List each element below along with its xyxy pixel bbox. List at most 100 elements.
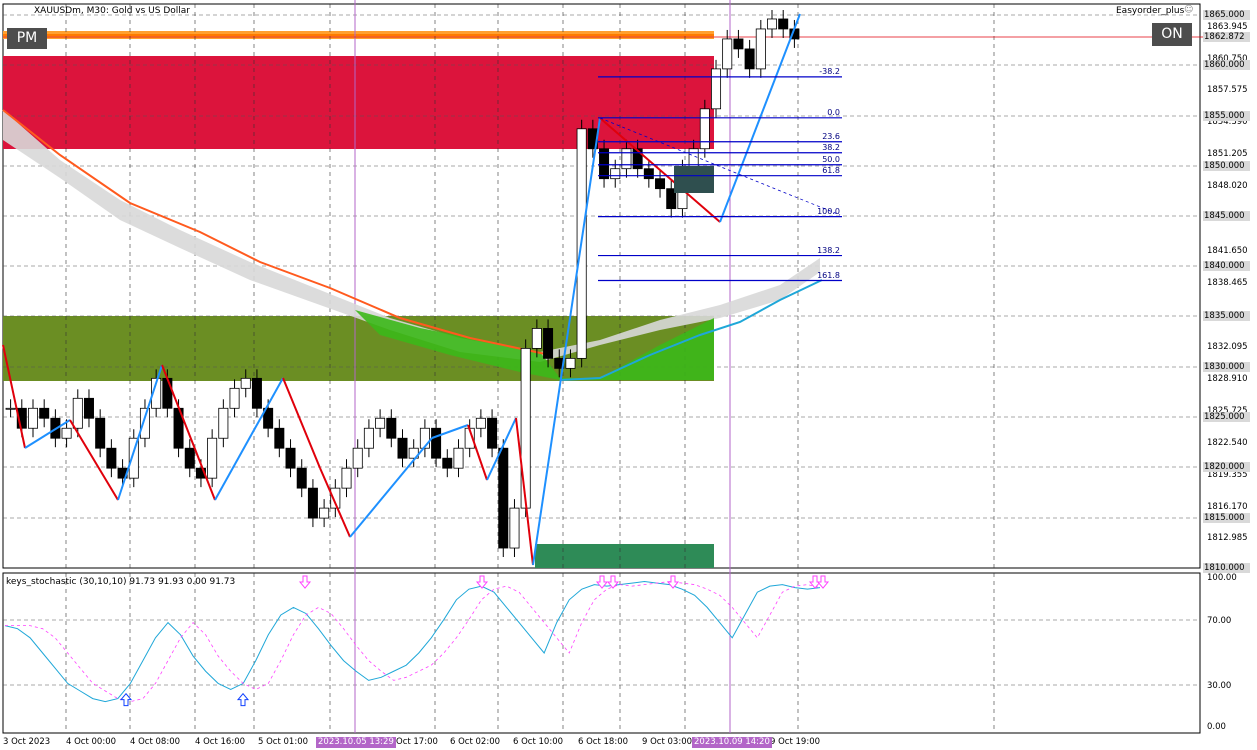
candle bbox=[95, 417, 106, 449]
candle bbox=[688, 148, 699, 170]
fib-level-label: -38.2 bbox=[819, 66, 840, 76]
time-tick: 6 Oct 10:00 bbox=[513, 737, 564, 747]
price-tick: 1828.910 bbox=[1207, 374, 1248, 384]
time-tick: 6 Oct 18:00 bbox=[578, 737, 629, 747]
candle bbox=[307, 487, 318, 519]
price-level-tag: 1840.000 bbox=[1203, 261, 1250, 271]
candle bbox=[767, 18, 778, 30]
expert-advisor-name: Easyorder_plus bbox=[1116, 6, 1185, 16]
candle bbox=[139, 407, 150, 439]
candle bbox=[162, 377, 173, 409]
candle bbox=[319, 507, 330, 519]
candle bbox=[375, 417, 386, 429]
zigzag-segment bbox=[161, 364, 216, 501]
candle bbox=[386, 417, 397, 439]
candle bbox=[621, 148, 632, 170]
fib-level-label: 100.0 bbox=[817, 206, 840, 216]
candle bbox=[711, 68, 722, 110]
time-marker-tag[interactable]: 2023.10.05 13:29 bbox=[316, 737, 396, 748]
signal-arrow-down-icon bbox=[816, 575, 830, 589]
price-tick: 1838.465 bbox=[1207, 278, 1248, 288]
candle bbox=[5, 407, 16, 410]
candle bbox=[352, 447, 363, 469]
price-level-tag: 1815.000 bbox=[1203, 513, 1250, 523]
demand-zone bbox=[3, 316, 714, 381]
candle bbox=[487, 417, 498, 449]
time-tick: Oct 17:00 bbox=[396, 737, 438, 747]
price-tick: 1851.205 bbox=[1207, 149, 1248, 159]
price-level-tag: 1862.872 bbox=[1203, 32, 1250, 42]
price-level-tag: 1855.000 bbox=[1203, 111, 1250, 121]
price-tick: 1863.945 bbox=[1207, 22, 1248, 32]
candle bbox=[543, 328, 554, 359]
price-level-tag: 1850.000 bbox=[1203, 161, 1250, 171]
candle bbox=[498, 447, 509, 549]
candle bbox=[363, 427, 374, 449]
on-button[interactable]: ON bbox=[1152, 23, 1192, 46]
indicator-tick: 0.00 bbox=[1207, 722, 1226, 732]
signal-arrow-up-icon bbox=[236, 692, 250, 707]
indicator-tick: 100.00 bbox=[1207, 573, 1237, 583]
candle bbox=[442, 457, 453, 469]
price-tick: 1822.540 bbox=[1207, 438, 1248, 448]
fib-level-label: 61.8 bbox=[822, 165, 840, 175]
zigzag-segment bbox=[467, 424, 488, 481]
candle bbox=[699, 108, 710, 150]
candle bbox=[27, 407, 38, 429]
candle bbox=[39, 407, 50, 419]
indicator-tick: 70.00 bbox=[1207, 616, 1232, 626]
stochastic-main bbox=[4, 581, 821, 703]
chart-window[interactable]: XAUUSDm, M30: Gold vs US Dollar Easyorde… bbox=[0, 0, 1257, 750]
stochastic-signal bbox=[5, 581, 821, 703]
zigzag-segment bbox=[214, 377, 284, 501]
fib-level-label: 23.6 bbox=[822, 131, 840, 141]
candle bbox=[106, 447, 117, 469]
candle bbox=[83, 397, 94, 419]
price-level-tag: 1860.000 bbox=[1203, 60, 1250, 70]
candle bbox=[453, 447, 464, 469]
price-level-tag: 1865.000 bbox=[1203, 10, 1250, 20]
indicator-tick: 30.00 bbox=[1207, 681, 1232, 691]
candle bbox=[610, 168, 621, 180]
signal-arrow-down-icon bbox=[666, 575, 680, 589]
candle bbox=[565, 357, 576, 369]
candle bbox=[218, 407, 229, 439]
candle bbox=[207, 437, 218, 479]
price-tick: 1848.020 bbox=[1207, 181, 1248, 191]
price-tick: 1816.170 bbox=[1207, 502, 1248, 512]
candle bbox=[755, 28, 766, 70]
candle bbox=[733, 38, 744, 50]
price-tick: 1832.095 bbox=[1207, 342, 1248, 352]
price-level-tag: 1810.000 bbox=[1203, 563, 1250, 573]
fib-level-label: 50.0 bbox=[822, 154, 840, 164]
candle bbox=[643, 168, 654, 180]
candle bbox=[296, 467, 307, 489]
price-tick: 1841.650 bbox=[1207, 246, 1248, 256]
candle bbox=[531, 328, 542, 349]
price-level-tag: 1830.000 bbox=[1203, 362, 1250, 372]
candle bbox=[274, 427, 285, 449]
candle bbox=[285, 447, 296, 469]
fib-box bbox=[674, 166, 714, 193]
candle bbox=[184, 447, 195, 469]
chart-canvas[interactable] bbox=[0, 0, 1257, 750]
time-tick: 9 Oct 03:00 bbox=[642, 737, 693, 747]
smiley-icon: ☺ bbox=[1184, 5, 1194, 15]
candle bbox=[251, 377, 262, 409]
candle bbox=[240, 377, 251, 389]
fib-level-label: 0.0 bbox=[827, 107, 840, 117]
signal-arrow-down-icon bbox=[298, 575, 312, 589]
demand-zone-lower bbox=[535, 544, 714, 568]
time-marker-tag[interactable]: 2023.10.09 14:20 bbox=[692, 737, 772, 748]
time-tick: 4 Oct 00:00 bbox=[66, 737, 117, 747]
fib-level-label: 161.8 bbox=[817, 270, 840, 280]
candle bbox=[509, 507, 520, 549]
pm-button[interactable]: PM bbox=[7, 28, 47, 49]
candle bbox=[341, 467, 352, 489]
candle bbox=[397, 437, 408, 459]
supply-zone bbox=[3, 56, 714, 149]
time-tick: 6 Oct 02:00 bbox=[450, 737, 501, 747]
price-level-tag: 1825.000 bbox=[1203, 412, 1250, 422]
indicator-frame bbox=[2, 572, 1201, 734]
candle bbox=[229, 387, 240, 409]
